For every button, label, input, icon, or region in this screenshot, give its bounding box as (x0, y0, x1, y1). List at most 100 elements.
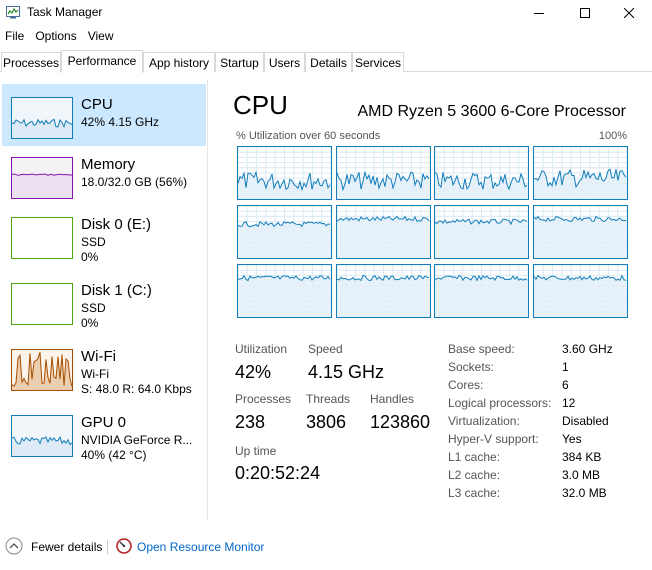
cpu-info-value: 1 (562, 360, 569, 374)
sidebar-item-detail: SSD (81, 235, 106, 249)
cpu-info-value: 32.0 MB (562, 486, 607, 500)
tab-performance[interactable]: Performance (61, 50, 143, 73)
sidebar-item-title: Disk 1 (C:) (81, 282, 152, 299)
cpu-info-value: 12 (562, 396, 576, 410)
tab-details[interactable]: Details (305, 52, 352, 72)
wifi-thumbnail-graph (11, 349, 73, 391)
sidebar-item-disk-0[interactable]: Disk 0 (E:) SSD 0% (2, 204, 206, 266)
logical-processor-graph (434, 264, 529, 318)
sidebar-item-detail-2: S: 48.0 R: 64.0 Kbps (81, 382, 192, 396)
resource-monitor-icon[interactable] (116, 538, 132, 554)
open-resource-monitor-link[interactable]: Open Resource Monitor (137, 540, 264, 554)
cpu-detail-panel: CPU AMD Ryzen 5 3600 6-Core Processor % … (209, 80, 652, 520)
cpu-info-value: Yes (562, 432, 582, 446)
sidebar-item-detail: 18.0/32.0 GB (56%) (81, 175, 188, 189)
logical-processor-graph (434, 205, 529, 259)
task-manager-icon (6, 6, 20, 19)
uptime-label: Up time (235, 444, 277, 458)
processes-label: Processes (235, 392, 292, 406)
threads-value: 3806 (306, 412, 347, 432)
sidebar-item-detail-2: 0% (81, 316, 99, 330)
sidebar-item-cpu[interactable]: CPU 42% 4.15 GHz (2, 84, 206, 146)
sidebar-item-gpu-0[interactable]: GPU 0 NVIDIA GeForce R... 40% (42 °C) (2, 402, 206, 464)
sidebar-item-detail: Wi-Fi (81, 367, 109, 381)
speed-label: Speed (308, 342, 343, 356)
fewer-details-button[interactable]: Fewer details (31, 540, 102, 554)
gpu-thumbnail-graph (11, 415, 73, 457)
cpu-info-value: Disabled (562, 414, 609, 428)
maximize-button[interactable] (562, 0, 608, 25)
cpu-info-label: L1 cache: (448, 450, 501, 464)
sidebar-item-detail: NVIDIA GeForce R... (81, 433, 193, 447)
sidebar-item-title: Memory (81, 156, 136, 173)
disk-0-thumbnail-graph (11, 217, 73, 259)
cpu-info-label: Cores: (448, 378, 484, 392)
handles-label: Handles (370, 392, 415, 406)
sidebar-item-title: GPU 0 (81, 414, 127, 431)
menu-bar: File Options View (0, 27, 120, 47)
tab-users[interactable]: Users (264, 52, 305, 72)
window-title: Task Manager (27, 5, 103, 19)
cpu-model-name: AMD Ryzen 5 3600 6-Core Processor (357, 103, 626, 120)
speed-value: 4.15 GHz (308, 362, 385, 382)
tab-services[interactable]: Services (352, 52, 404, 72)
logical-processor-graph (532, 264, 628, 318)
maximize-icon (580, 7, 590, 18)
cpu-info-label: Virtualization: (448, 414, 520, 428)
menu-file[interactable]: File (0, 27, 30, 47)
utilization-label: Utilization (235, 342, 288, 356)
cpu-info-label: Sockets: (448, 360, 495, 374)
tab-bar: Processes Performance App history Startu… (0, 50, 652, 73)
minimize-icon (534, 12, 544, 14)
logical-processor-graph (532, 146, 628, 200)
sidebar-item-disk-1[interactable]: Disk 1 (C:) SSD 0% (2, 270, 206, 332)
logical-processor-graph (434, 146, 529, 200)
logical-processor-graph (335, 205, 431, 259)
cpu-info-label: L3 cache: (448, 486, 501, 500)
cpu-info-label: Hyper-V support: (448, 432, 539, 446)
utilization-value: 42% (235, 362, 272, 382)
utilization-graph-max: 100% (598, 130, 627, 142)
chevron-up-icon[interactable] (5, 537, 23, 555)
footer-bar: Fewer details Open Resource Monitor (0, 534, 652, 560)
cpu-info-label: L2 cache: (448, 468, 501, 482)
processes-value: 238 (235, 412, 266, 432)
tab-app-history[interactable]: App history (143, 52, 215, 72)
sidebar-item-detail-2: 0% (81, 250, 99, 264)
menu-view[interactable]: View (83, 27, 120, 47)
logical-processor-graph (532, 205, 628, 259)
menu-options[interactable]: Options (30, 27, 82, 47)
uptime-value: 0:20:52:24 (235, 463, 321, 483)
close-button[interactable] (606, 0, 652, 25)
cpu-thumbnail-graph (11, 97, 73, 139)
cpu-info-value: 3.0 MB (562, 468, 601, 482)
sidebar-item-memory[interactable]: Memory 18.0/32.0 GB (56%) (2, 144, 206, 206)
handles-value: 123860 (370, 412, 431, 432)
memory-thumbnail-graph (11, 157, 73, 199)
tab-startup[interactable]: Startup (215, 52, 264, 72)
logical-processor-graph (237, 205, 332, 259)
title-bar: Task Manager (0, 0, 652, 25)
sidebar-item-title: CPU (81, 96, 113, 113)
sidebar-item-detail-2: 40% (42 °C) (81, 448, 147, 462)
threads-label: Threads (306, 392, 351, 406)
tab-processes[interactable]: Processes (1, 52, 61, 72)
close-icon (624, 7, 634, 18)
disk-1-thumbnail-graph (11, 283, 73, 325)
logical-processor-graph (335, 264, 431, 318)
logical-processor-graph (237, 146, 332, 200)
cpu-info-label: Base speed: (448, 342, 515, 356)
utilization-graph-label: % Utilization over 60 seconds (236, 130, 381, 142)
sidebar-item-title: Disk 0 (E:) (81, 216, 152, 233)
logical-processor-graphs[interactable] (237, 146, 628, 318)
footer-divider (107, 540, 108, 554)
cpu-info-value: 6 (562, 378, 569, 392)
minimize-button[interactable] (516, 0, 562, 25)
logical-processor-graph (335, 146, 431, 200)
page-title: CPU (233, 90, 288, 120)
sidebar-item-detail: 42% 4.15 GHz (81, 115, 160, 129)
sidebar-item-title: Wi-Fi (81, 348, 116, 365)
sidebar-item-detail: SSD (81, 301, 106, 315)
sidebar-item-wifi[interactable]: Wi-Fi Wi-Fi S: 48.0 R: 64.0 Kbps (2, 336, 206, 398)
cpu-info-value: 384 KB (562, 450, 602, 464)
